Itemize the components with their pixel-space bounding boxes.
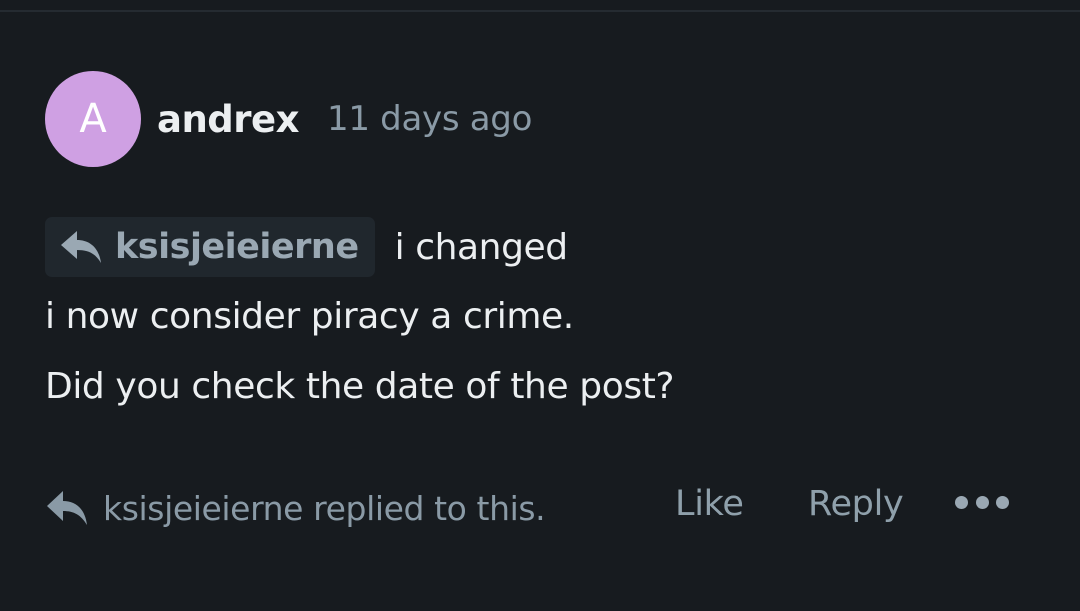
- reply-arrow-icon: [45, 488, 89, 528]
- comment-body-line-1: i now consider piracy a crime.: [45, 296, 574, 337]
- reply-button[interactable]: Reply: [808, 484, 904, 524]
- top-divider: [0, 10, 1080, 12]
- replied-notice-text: ksisjeieierne replied to this.: [103, 488, 546, 528]
- reply-arrow-icon: [59, 229, 103, 265]
- comment-header: A andrex 11 days ago: [45, 71, 532, 167]
- reply-to-user-chip[interactable]: ksisjeieierne: [45, 217, 375, 277]
- comment-timestamp: 11 days ago: [327, 99, 533, 139]
- avatar-letter: A: [79, 96, 107, 142]
- comment-footer: ksisjeieierne replied to this. Like Repl…: [45, 480, 1035, 540]
- more-dots-icon: [975, 495, 989, 509]
- more-options-button[interactable]: [955, 492, 1009, 512]
- avatar[interactable]: A: [45, 71, 141, 167]
- reply-context-line: ksisjeieierne i changed: [45, 217, 568, 277]
- more-dots-icon: [955, 495, 968, 509]
- comment-body-line-2: Did you check the date of the post?: [45, 366, 675, 407]
- author-name[interactable]: andrex: [157, 98, 300, 141]
- more-dots-icon: [996, 495, 1009, 509]
- reply-text: i changed: [394, 226, 569, 268]
- replied-notice[interactable]: ksisjeieierne replied to this.: [45, 488, 546, 528]
- like-button[interactable]: Like: [675, 484, 744, 524]
- reply-to-username: ksisjeieierne: [115, 227, 359, 267]
